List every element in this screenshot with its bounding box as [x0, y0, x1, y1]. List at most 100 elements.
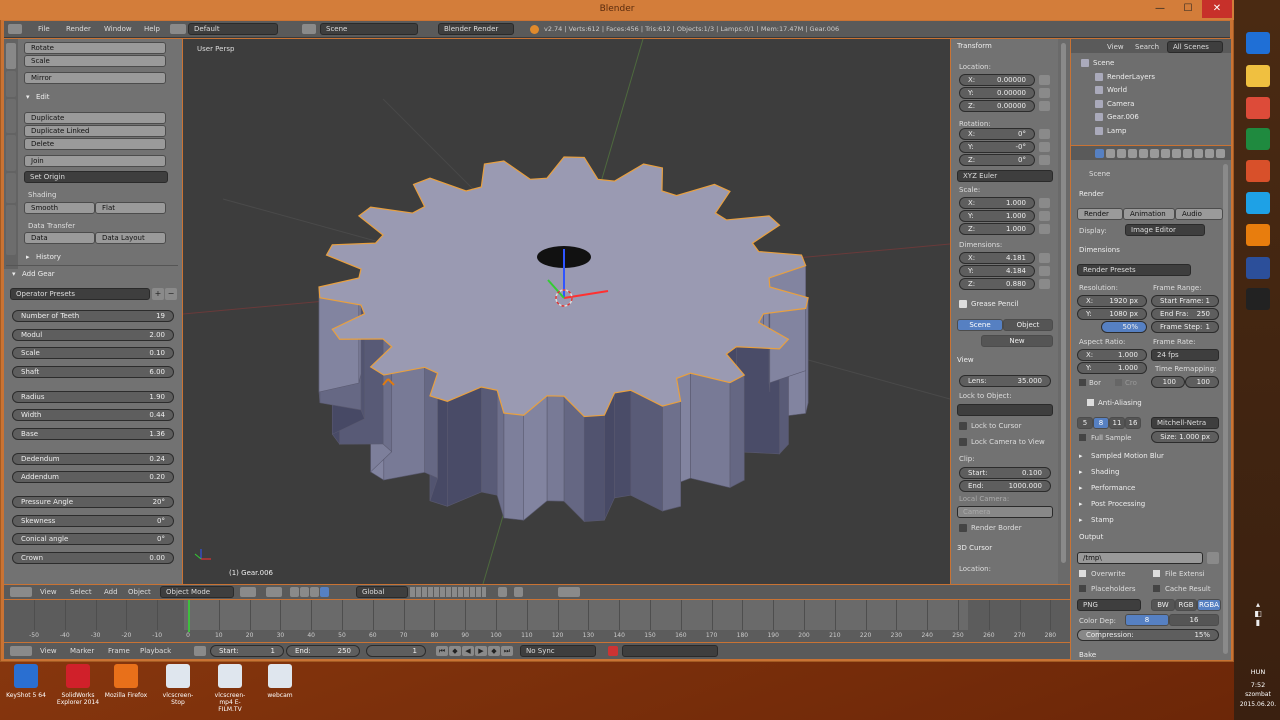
- file-format-select[interactable]: PNG: [1077, 599, 1141, 611]
- aa-samples-16[interactable]: 16: [1125, 417, 1141, 429]
- delete-button[interactable]: Delete: [24, 138, 166, 150]
- tab-relations[interactable]: [6, 99, 16, 133]
- join-button[interactable]: Join: [24, 155, 166, 167]
- scale-field[interactable]: Y: 1.000: [959, 210, 1035, 222]
- keying-set-field[interactable]: [622, 645, 718, 657]
- dimensions-field[interactable]: Z: 0.880: [959, 278, 1035, 290]
- res-x-field[interactable]: X: 1920 px: [1077, 295, 1147, 307]
- outliner-item[interactable]: Lamp: [1071, 125, 1223, 137]
- operator-panel-arrow[interactable]: ▾: [12, 270, 16, 278]
- tab-tools[interactable]: [6, 43, 16, 69]
- orientation-select[interactable]: Global: [356, 586, 408, 598]
- location-field[interactable]: Z: 0.00000: [959, 100, 1035, 112]
- tab-grease-pencil[interactable]: [6, 205, 16, 255]
- use-preview-range-icon[interactable]: [194, 646, 206, 656]
- outliner-item[interactable]: Camera: [1071, 98, 1223, 110]
- scroll-thumb[interactable]: [1061, 43, 1066, 563]
- tab-create[interactable]: [6, 71, 16, 97]
- rotation-mode-select[interactable]: XYZ Euler: [957, 170, 1053, 182]
- overwrite-checkbox[interactable]: [1079, 570, 1086, 577]
- border-checkbox[interactable]: [1079, 379, 1086, 386]
- transform-header[interactable]: Transform: [957, 42, 992, 50]
- view-panel-header[interactable]: View: [957, 356, 974, 364]
- gear-param-field[interactable]: Dedendum 0.24: [12, 453, 174, 465]
- gear-param-field[interactable]: Pressure Angle 20°: [12, 496, 174, 508]
- screen-layout-icon[interactable]: [170, 24, 186, 34]
- explorer-icon[interactable]: [1246, 65, 1270, 87]
- panel-arrow[interactable]: ▸: [1079, 500, 1083, 508]
- menu-view[interactable]: View: [40, 588, 57, 596]
- jump-end-icon[interactable]: ⏭: [501, 646, 513, 656]
- lock-icon[interactable]: [1039, 211, 1050, 221]
- jump-start-icon[interactable]: ⏮: [436, 646, 448, 656]
- gp-new-button[interactable]: New: [981, 335, 1053, 347]
- folder-icon[interactable]: [1207, 552, 1219, 564]
- collapsed-panel-header[interactable]: Stamp: [1091, 516, 1114, 524]
- maximize-button[interactable]: ☐: [1174, 0, 1202, 18]
- cmd-icon[interactable]: [1246, 288, 1270, 310]
- pivot-icon[interactable]: [266, 587, 282, 597]
- blender-icon[interactable]: [1246, 224, 1270, 246]
- render-layers-tab-icon[interactable]: [1106, 149, 1115, 158]
- r-icon[interactable]: [1246, 160, 1270, 182]
- close-button[interactable]: ✕: [1202, 0, 1232, 18]
- gear-param-field[interactable]: Number of Teeth 19: [12, 310, 174, 322]
- placeholders-checkbox[interactable]: [1079, 585, 1086, 592]
- render-border-checkbox[interactable]: [959, 524, 967, 532]
- rotation-field[interactable]: Z: 0°: [959, 154, 1035, 166]
- remove-preset-icon[interactable]: −: [165, 288, 177, 300]
- edit-panel-arrow[interactable]: ▾: [26, 93, 30, 101]
- location-field[interactable]: Y: 0.00000: [959, 87, 1035, 99]
- operator-presets-select[interactable]: Operator Presets: [10, 288, 150, 300]
- file-ext-checkbox[interactable]: [1153, 570, 1160, 577]
- color-bw-button[interactable]: BW: [1151, 599, 1175, 611]
- next-keyframe-icon[interactable]: ◆: [488, 646, 500, 656]
- excel-icon[interactable]: [1246, 128, 1270, 150]
- aa-filter-select[interactable]: Mitchell-Netra: [1151, 417, 1219, 429]
- screen-layout-select[interactable]: Default: [188, 23, 278, 35]
- res-y-field[interactable]: Y: 1080 px: [1077, 308, 1147, 320]
- menu-select[interactable]: Select: [70, 588, 92, 596]
- set-origin-menu[interactable]: Set Origin: [24, 171, 168, 183]
- collapsed-panel-header[interactable]: Sampled Motion Blur: [1091, 452, 1164, 460]
- mirror-button[interactable]: Mirror: [24, 72, 166, 84]
- outliner-view-menu[interactable]: View: [1107, 43, 1124, 51]
- render-presets-select[interactable]: Render Presets: [1077, 264, 1191, 276]
- output-panel-header[interactable]: Output: [1079, 533, 1103, 541]
- editor-type-icon[interactable]: [8, 24, 22, 34]
- gear-param-field[interactable]: Modul 2.00: [12, 329, 174, 341]
- lock-icon[interactable]: [1039, 129, 1050, 139]
- gear-param-field[interactable]: Radius 1.90: [12, 391, 174, 403]
- scale-field[interactable]: Z: 1.000: [959, 223, 1035, 235]
- outliner-item[interactable]: World: [1071, 84, 1223, 96]
- history-panel-arrow[interactable]: ▸: [26, 253, 30, 261]
- scale-manipulator-icon[interactable]: [320, 587, 329, 597]
- texture-tab-icon[interactable]: [1194, 149, 1203, 158]
- prev-keyframe-icon[interactable]: ◆: [449, 646, 461, 656]
- color-rgb-button[interactable]: RGB: [1175, 599, 1197, 611]
- physics-tab-icon[interactable]: [1216, 149, 1225, 158]
- tab-animation[interactable]: [6, 135, 16, 171]
- full-sample-checkbox[interactable]: [1079, 434, 1086, 441]
- lock-cursor-checkbox[interactable]: [959, 422, 967, 430]
- taskbar-shortcut[interactable]: SolidWorks Explorer 2014: [56, 662, 100, 714]
- animation-button[interactable]: Animation: [1123, 208, 1175, 220]
- menu-add[interactable]: Add: [104, 588, 118, 596]
- taskbar-shortcut[interactable]: vlcscreen-mp4 E-FILM.TV: [208, 662, 252, 714]
- modifiers-tab-icon[interactable]: [1161, 149, 1170, 158]
- audio-button[interactable]: Audio: [1175, 208, 1223, 220]
- skype-icon[interactable]: [1246, 192, 1270, 214]
- lock-icon[interactable]: [1039, 253, 1050, 263]
- language-indicator[interactable]: HUN: [1238, 668, 1278, 676]
- duplicate-linked-button[interactable]: Duplicate Linked: [24, 125, 166, 137]
- n-panel-scrollbar[interactable]: [1058, 39, 1070, 584]
- viewport-scene[interactable]: [183, 39, 950, 584]
- menu-render[interactable]: Render: [66, 25, 91, 33]
- ie-icon[interactable]: [1246, 32, 1270, 54]
- play-reverse-icon[interactable]: ◀: [462, 646, 474, 656]
- menu-object[interactable]: Object: [128, 588, 151, 596]
- editor-type-icon[interactable]: [10, 646, 32, 656]
- lock-icon[interactable]: [1039, 198, 1050, 208]
- tab-physics[interactable]: [6, 173, 16, 203]
- edit-panel-header[interactable]: Edit: [36, 93, 50, 101]
